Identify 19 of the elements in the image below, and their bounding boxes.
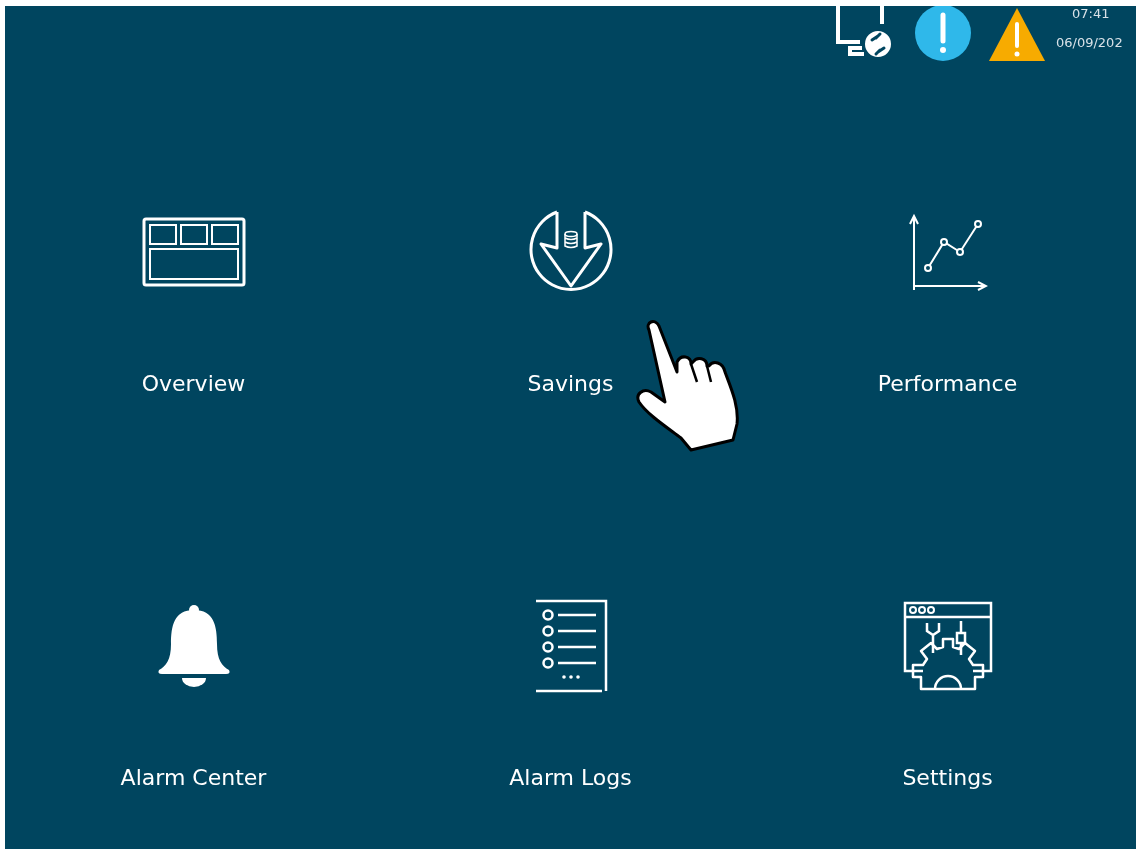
menu-tile[interactable]: Alarm Center <box>5 455 382 849</box>
clock-time: 07:41 <box>1072 7 1110 20</box>
menu-tile[interactable]: Savings <box>382 62 759 456</box>
tile-label: Savings <box>527 370 614 398</box>
tile-label: Settings <box>902 763 993 792</box>
warning-icon[interactable] <box>988 6 1046 62</box>
menu-tile[interactable]: Overview <box>5 62 382 456</box>
info-alert-icon[interactable] <box>914 6 972 62</box>
line-chart-icon <box>907 212 988 292</box>
dashboard-icon <box>141 217 246 287</box>
menu-tile[interactable]: Alarm Logs <box>382 455 759 849</box>
tile-label: Performance <box>877 370 1018 398</box>
menu-tile[interactable]: Settings <box>759 455 1136 849</box>
menu-tile[interactable]: Performance <box>759 62 1136 456</box>
tile-label: Overview <box>141 370 246 398</box>
checklist-icon <box>533 598 608 693</box>
tile-label: Alarm Center <box>120 763 267 792</box>
date-text: 06/09/202 <box>1056 36 1123 49</box>
tile-label: Alarm Logs <box>509 763 632 792</box>
